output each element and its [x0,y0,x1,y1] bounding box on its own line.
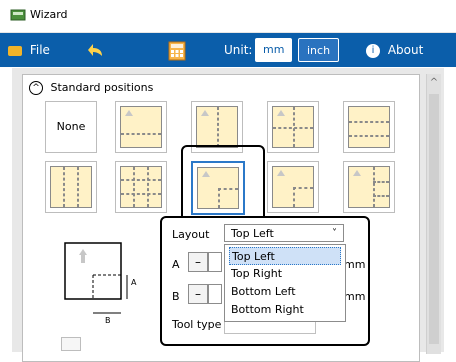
paper-icon [50,166,92,208]
standard-positions-title: Standard positions [50,81,154,94]
wizard-app-icon [10,9,26,21]
tool-type-label: Tool type [172,318,222,331]
title-bar: Wizard [0,0,456,33]
arrow-up-icon [201,110,209,116]
layout-select[interactable]: Top Left ˅ [224,224,344,242]
paper-icon [272,106,314,148]
small-checkbox[interactable] [61,337,81,351]
wizard-window: Wizard File Unit: mm inch i About ^ Stan… [0,0,456,362]
a-decrement-button[interactable]: – [188,252,208,272]
about-button[interactable]: i About [366,33,423,67]
paper-icon [120,106,162,148]
a-value-input[interactable] [208,252,222,272]
layout-dropdown: Top Left Top Right Bottom Left Bottom Ri… [224,244,346,322]
layout-selected-value: Top Left [231,227,274,240]
unit-inch-button[interactable]: inch [298,38,340,62]
layout-option-bottom-right[interactable]: Bottom Right [229,301,341,319]
position-tile-three-columns[interactable] [45,161,97,213]
undo-button[interactable] [86,33,108,67]
toolbar: File Unit: mm inch i About [0,33,456,67]
file-label: File [29,43,50,57]
position-tile-single[interactable] [115,101,167,153]
arrow-up-icon [277,110,285,116]
layout-label: Layout [172,228,210,241]
a-label: A [172,258,180,271]
position-tile-none[interactable]: None [45,101,97,153]
position-tile-top-left[interactable] [267,161,319,213]
paper-icon [348,166,390,208]
b-decrement-button[interactable]: – [188,284,208,304]
standard-positions-header[interactable]: ^ Standard positions [29,81,153,95]
unit-mm-button[interactable]: mm [255,38,293,62]
layout-option-top-right[interactable]: Top Right [229,265,341,283]
collapse-chevron-icon: ^ [29,81,43,95]
scroll-up-icon[interactable]: ^ [427,74,441,92]
vertical-scrollbar[interactable]: ^ [426,74,441,354]
file-menu[interactable]: File [8,33,50,67]
dimension-b-label: B [105,316,111,325]
position-tile-two-rows[interactable] [343,101,395,153]
undo-icon [88,43,102,56]
paper-icon [348,106,390,148]
chevron-down-icon: ˅ [332,228,337,239]
b-value-input[interactable] [208,284,222,304]
calculator-button[interactable] [166,33,188,67]
info-icon: i [366,43,380,58]
position-tile-grid[interactable] [115,161,167,213]
b-label: B [172,290,180,303]
position-tile-quadrants[interactable] [267,101,319,153]
a-unit-label: mm [344,258,366,271]
paper-icon [197,167,239,209]
scroll-thumb[interactable] [429,94,439,344]
layout-settings-callout: Layout Top Left ˅ A – mm B – mm Tool typ… [160,216,370,346]
calculator-icon [168,41,186,60]
position-tile-right-column[interactable] [343,161,395,213]
about-label: About [387,43,424,57]
arrow-up-icon [353,170,361,176]
arrow-up-icon [202,171,210,177]
layout-diagram: A B [64,242,137,325]
layout-option-bottom-left[interactable]: Bottom Left [229,283,341,301]
paper-icon [196,106,238,148]
paper-icon [272,166,314,208]
folder-icon [8,45,22,56]
window-title: Wizard [30,8,68,21]
paper-icon [120,166,162,208]
position-tile-none-label: None [56,120,86,133]
dimension-a-label: A [131,278,137,287]
arrow-up-icon [277,170,285,176]
layout-option-top-left[interactable]: Top Left [229,247,341,265]
unit-label: Unit: [224,43,253,57]
arrow-up-icon [125,110,133,116]
position-tile-top-left-selected[interactable] [191,161,245,215]
b-unit-label: mm [344,290,366,303]
